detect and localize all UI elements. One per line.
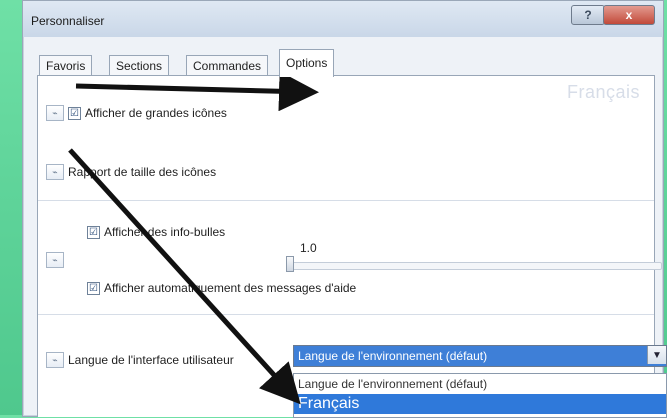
tab-sections[interactable]: Sections xyxy=(109,55,170,76)
icon-ratio-value: 1.0 xyxy=(300,241,317,255)
pin-icon: ⌁ xyxy=(46,164,64,180)
auto-help-label: Afficher automatiquement des messages d'… xyxy=(104,281,357,295)
icon-ratio-slider[interactable] xyxy=(290,262,662,270)
tab-commandes[interactable]: Commandes xyxy=(186,55,269,76)
overlay-language-text: Français xyxy=(566,82,640,102)
customize-dialog: Personnaliser ? x Favoris Sections Comma… xyxy=(22,0,667,418)
large-icons-option[interactable]: ⌁ ☑ Afficher de grandes icônes xyxy=(46,105,227,121)
tab-options[interactable]: Options xyxy=(279,49,335,77)
tooltips-checkbox[interactable]: ☑ xyxy=(87,225,100,239)
icon-ratio-label: Rapport de taille des icônes xyxy=(68,165,217,179)
language-dropdown-list: Langue de l'environnement (défaut) Franç… xyxy=(293,373,667,418)
dropdown-option-environment[interactable]: Langue de l'environnement (défaut) xyxy=(294,374,666,394)
help-button[interactable]: ? xyxy=(571,5,605,25)
pin-icon: ⌁ xyxy=(46,252,64,268)
title-bar: Personnaliser ? x xyxy=(23,1,663,37)
language-selected-value: Langue de l'environnement (défaut) xyxy=(298,349,488,363)
tab-favoris[interactable]: Favoris xyxy=(39,55,93,76)
close-button[interactable]: x xyxy=(603,5,655,25)
dropdown-option-french[interactable]: Français xyxy=(294,394,666,414)
chevron-down-icon[interactable]: ▼ xyxy=(647,346,666,364)
large-icons-checkbox[interactable]: ☑ xyxy=(68,106,81,120)
pin-icon: ⌁ xyxy=(46,352,64,368)
language-select[interactable]: Langue de l'environnement (défaut) ▼ xyxy=(293,345,667,367)
pin-icon: ⌁ xyxy=(46,105,64,121)
icon-ratio-slider-thumb[interactable] xyxy=(286,256,294,272)
icon-ratio-option[interactable]: ⌁ Rapport de taille des icônes xyxy=(46,164,216,180)
large-icons-label: Afficher de grandes icônes xyxy=(85,106,227,120)
language-label: Langue de l'interface utilisateur xyxy=(68,353,234,367)
pin-icon-row: ⌁ xyxy=(46,252,64,268)
language-option[interactable]: ⌁ Langue de l'interface utilisateur xyxy=(46,352,234,368)
separator xyxy=(38,200,654,201)
auto-help-checkbox[interactable]: ☑ xyxy=(87,281,100,295)
auto-help-option[interactable]: ☑ Afficher automatiquement des messages … xyxy=(87,281,356,295)
tooltips-label: Afficher des info-bulles xyxy=(104,225,226,239)
tooltips-option[interactable]: ☑ Afficher des info-bulles xyxy=(87,225,225,239)
window-title: Personnaliser xyxy=(31,14,105,28)
separator xyxy=(38,314,654,315)
